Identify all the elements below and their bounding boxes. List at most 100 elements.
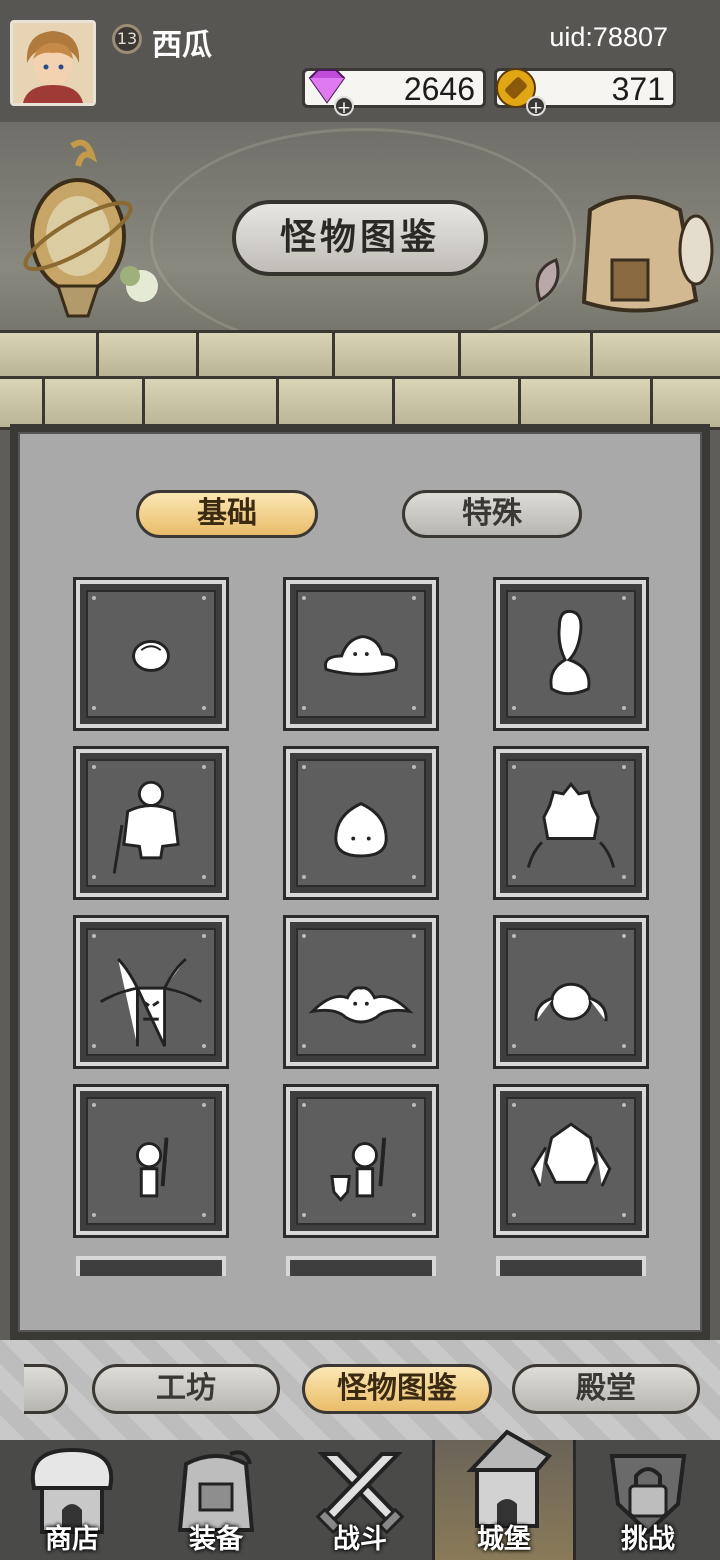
coin-count: 371 bbox=[611, 71, 665, 107]
monster-card[interactable] bbox=[496, 749, 646, 897]
card-rivet bbox=[622, 934, 626, 938]
card-rivet bbox=[92, 1103, 96, 1107]
card-rivet bbox=[412, 1213, 416, 1217]
card-rivet bbox=[302, 1213, 306, 1217]
monster-card[interactable] bbox=[496, 1087, 646, 1235]
card-rivet bbox=[512, 934, 516, 938]
orc-warrior-icon bbox=[112, 780, 180, 874]
card-rivet bbox=[202, 1044, 206, 1048]
card-rivet bbox=[302, 1044, 306, 1048]
card-rivet bbox=[412, 1044, 416, 1048]
subnav-bestiary[interactable]: 怪物图鉴 bbox=[302, 1364, 492, 1414]
monster-card[interactable] bbox=[286, 580, 436, 728]
add-gems-button[interactable]: + bbox=[334, 96, 354, 118]
slime-puddle-icon bbox=[324, 635, 398, 676]
tab-basic[interactable]: 基础 bbox=[136, 490, 318, 538]
bestiary-title: 怪物图鉴 bbox=[232, 200, 488, 276]
card-rivet bbox=[412, 934, 416, 938]
monster-card[interactable] bbox=[286, 1087, 436, 1235]
evil-tree-icon bbox=[99, 957, 203, 1047]
bat-icon bbox=[308, 986, 414, 1024]
card-rivet bbox=[202, 934, 206, 938]
card-rivet bbox=[202, 875, 206, 879]
worm-icon bbox=[549, 609, 591, 696]
card-rivet bbox=[92, 1044, 96, 1048]
monster-card[interactable] bbox=[286, 918, 436, 1066]
nav-challenge-label: 挑战 bbox=[621, 1524, 675, 1555]
card-rivet bbox=[202, 706, 206, 710]
card-rivet bbox=[302, 596, 306, 600]
monster-card[interactable] bbox=[76, 1087, 226, 1235]
avatar-portrait-icon bbox=[13, 23, 93, 103]
monster-card[interactable] bbox=[76, 1256, 226, 1276]
card-rivet bbox=[512, 1044, 516, 1048]
spiky-beast-icon bbox=[526, 781, 616, 868]
subnav-hall[interactable]: 殿堂 bbox=[512, 1364, 700, 1414]
card-rivet bbox=[302, 765, 306, 769]
monster-card[interactable] bbox=[496, 1256, 646, 1276]
card-rivet bbox=[512, 706, 516, 710]
monster-card[interactable] bbox=[76, 580, 226, 728]
monster-card[interactable] bbox=[496, 918, 646, 1066]
card-rivet bbox=[512, 1103, 516, 1107]
monster-card-frame bbox=[296, 759, 426, 887]
blob-icon bbox=[334, 802, 388, 858]
backpack-icon bbox=[535, 195, 714, 313]
monster-card-frame bbox=[506, 1097, 636, 1225]
nav-equip[interactable]: 装备 bbox=[144, 1440, 288, 1560]
card-rivet bbox=[202, 1103, 206, 1107]
card-rivet bbox=[202, 596, 206, 600]
nav-equip-label: 装备 bbox=[189, 1524, 243, 1555]
player-avatar[interactable] bbox=[10, 20, 96, 106]
nav-shop-label: 商店 bbox=[45, 1524, 99, 1555]
monster-card-frame bbox=[506, 928, 636, 1056]
player-uid: uid:78807 bbox=[549, 22, 668, 52]
monster-card[interactable] bbox=[76, 749, 226, 897]
add-coins-button[interactable]: + bbox=[526, 96, 546, 118]
card-rivet bbox=[512, 765, 516, 769]
player-level-badge: 13 bbox=[112, 24, 142, 54]
card-rivet bbox=[622, 706, 626, 710]
nav-shop[interactable]: 商店 bbox=[0, 1440, 144, 1560]
tab-special[interactable]: 特殊 bbox=[402, 490, 582, 538]
monster-card[interactable] bbox=[496, 580, 646, 728]
stone-wall bbox=[0, 330, 720, 430]
nav-battle-label: 战斗 bbox=[333, 1524, 387, 1555]
card-rivet bbox=[622, 1213, 626, 1217]
card-rivet bbox=[512, 875, 516, 879]
card-rivet bbox=[412, 1103, 416, 1107]
card-rivet bbox=[412, 706, 416, 710]
monster-card-frame bbox=[86, 590, 216, 718]
card-rivet bbox=[202, 1213, 206, 1217]
monster-card-frame bbox=[86, 759, 216, 887]
card-rivet bbox=[622, 875, 626, 879]
card-rivet bbox=[302, 1103, 306, 1107]
monster-card-frame bbox=[296, 1097, 426, 1225]
monster-card[interactable] bbox=[76, 918, 226, 1066]
card-rivet bbox=[92, 934, 96, 938]
card-rivet bbox=[622, 1103, 626, 1107]
skeleton-sword-icon bbox=[135, 1137, 169, 1198]
crystal-golem-icon bbox=[530, 1122, 612, 1187]
card-rivet bbox=[622, 1044, 626, 1048]
nav-challenge[interactable]: 挑战 bbox=[576, 1440, 720, 1560]
monster-card[interactable] bbox=[286, 749, 436, 897]
subnav-partial-button[interactable]: 营 bbox=[24, 1364, 70, 1414]
card-rivet bbox=[412, 875, 416, 879]
gem-count: 2646 bbox=[403, 71, 475, 107]
monster-card-frame bbox=[506, 590, 636, 718]
card-rivet bbox=[92, 596, 96, 600]
nav-battle[interactable]: 战斗 bbox=[288, 1440, 432, 1560]
card-rivet bbox=[202, 765, 206, 769]
card-rivet bbox=[92, 1213, 96, 1217]
nav-castle[interactable]: 城堡 bbox=[432, 1429, 576, 1560]
card-rivet bbox=[92, 765, 96, 769]
card-rivet bbox=[412, 596, 416, 600]
card-rivet bbox=[412, 765, 416, 769]
monster-card[interactable] bbox=[286, 1256, 436, 1276]
subnav-workshop[interactable]: 工坊 bbox=[92, 1364, 280, 1414]
card-rivet bbox=[302, 875, 306, 879]
card-rivet bbox=[302, 934, 306, 938]
card-rivet bbox=[92, 875, 96, 879]
player-name: 西瓜 bbox=[152, 28, 212, 63]
